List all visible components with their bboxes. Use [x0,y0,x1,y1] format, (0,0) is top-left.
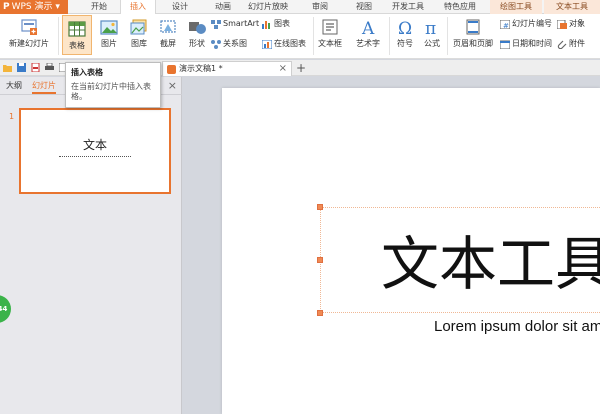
export-pdf-icon[interactable] [31,63,40,72]
slide-thumbnail[interactable]: 文本 [19,108,171,194]
ribbon-insert: 新建幻灯片 表格 图片 图库 截屏 形状 SmartArt 图表 关系图 在线图… [0,14,600,59]
gallery-icon [129,18,149,36]
thumbnail-subtitle-line [59,156,131,158]
ribbon-separator [58,17,59,55]
slide-canvas[interactable]: 文本工具 Lorem ipsum dolor sit am [222,88,600,414]
datetime-button[interactable]: 日期和时间 [499,38,552,50]
gallery-button[interactable]: 图库 [124,14,154,49]
wordart-icon: A [358,18,378,39]
tab-outline[interactable]: 大纲 [6,80,22,92]
slide-number-icon: # [499,19,511,30]
close-document-button[interactable]: × [279,62,287,76]
online-chart-icon [261,39,273,49]
tab-home[interactable]: 开始 [80,0,118,14]
header-footer-icon [463,18,483,36]
paperclip-icon [557,40,567,49]
slide-subtitle[interactable]: Lorem ipsum dolor sit am [434,318,600,335]
attachment-button[interactable]: 附件 [557,38,585,50]
app-name: WPS 演示 [11,2,53,12]
insert-table-tooltip: 插入表格 在当前幻灯片中插入表格。 [65,62,161,108]
tab-review[interactable]: 审阅 [300,0,340,14]
ribbon-tab-bar: P WPS 演示 ▾ 开始 插入 设计 动画 幻灯片放映 审阅 视图 开发工具 特… [0,0,600,15]
svg-text:π: π [425,19,436,36]
relation-map-button[interactable]: 关系图 [211,38,247,50]
resize-handle[interactable] [317,310,323,316]
save-icon[interactable] [17,63,26,72]
object-icon [556,19,567,29]
screenshot-icon [158,18,178,36]
wps-logo-icon: P [3,2,10,12]
tooltip-description: 在当前幻灯片中插入表格。 [71,82,151,101]
tooltip-title: 插入表格 [71,68,103,77]
tab-insert[interactable]: 插入 [120,0,156,15]
ribbon-separator [447,17,448,55]
tab-design[interactable]: 设计 [160,0,200,14]
tab-view[interactable]: 视图 [344,0,384,14]
new-document-button[interactable]: + [296,60,306,76]
thumbnail-title: 文本 [82,138,107,152]
calendar-icon [499,40,511,49]
tab-text-tools[interactable]: 文本工具 [544,0,600,14]
floating-assistant-button[interactable]: 44 [0,295,11,323]
object-button[interactable]: 对象 [556,18,585,30]
slide-number-button[interactable]: # 幻灯片编号 [499,18,552,30]
svg-text:Ω: Ω [398,19,412,36]
shapes-button[interactable]: 形状 [182,14,212,49]
tab-drawing-tools[interactable]: 绘图工具 [490,0,542,14]
close-panel-button[interactable]: × [168,79,177,92]
textbox-icon [320,18,340,36]
tab-animation[interactable]: 动画 [203,0,243,14]
slides-panel: 大纲 幻灯片 × 1 文本 44 [0,77,182,414]
online-chart-button[interactable]: 在线图表 [261,38,306,50]
resize-handle[interactable] [317,257,323,263]
insert-picture-button[interactable]: 图片 [94,14,124,49]
presentation-file-icon [167,65,176,74]
tab-slides[interactable]: 幻灯片 [32,80,56,94]
textbox-button[interactable]: 文本框 [314,14,346,49]
svg-text:A: A [361,19,375,36]
insert-table-button[interactable]: 表格 [62,15,92,55]
relation-map-icon [211,39,221,49]
smartart-icon [211,19,221,29]
wordart-button[interactable]: A 艺术字 [350,14,386,49]
svg-text:#: # [503,22,509,29]
app-menu-button[interactable]: P WPS 演示 ▾ [0,0,68,14]
new-slide-button[interactable]: 新建幻灯片 [3,14,55,49]
document-tab[interactable]: 演示文稿1 * × [162,61,292,76]
pi-icon: π [422,18,442,39]
chart-icon [262,20,272,29]
formula-button[interactable]: π 公式 [420,14,444,49]
ribbon-separator [389,17,390,55]
tab-slideshow[interactable]: 幻灯片放映 [243,0,293,14]
symbol-button[interactable]: Ω 符号 [391,14,419,49]
screenshot-button[interactable]: 截屏 [153,14,183,49]
tab-special[interactable]: 特色应用 [436,0,484,14]
chart-button[interactable]: 图表 [262,18,290,30]
open-folder-icon[interactable] [3,63,12,72]
omega-icon: Ω [395,18,415,39]
print-icon[interactable] [45,63,54,72]
resize-handle[interactable] [317,204,323,210]
slide-number-label: 1 [9,112,15,121]
header-footer-button[interactable]: 页眉和页脚 [450,14,496,49]
table-icon [67,20,87,38]
smartart-button[interactable]: SmartArt [211,18,259,30]
title-placeholder[interactable]: 文本工具 [317,204,600,316]
tab-developer[interactable]: 开发工具 [386,0,430,14]
shapes-icon [187,18,207,36]
slide-title[interactable]: 文本工具 [381,234,600,294]
picture-icon [99,18,119,36]
new-slide-icon [19,18,39,36]
